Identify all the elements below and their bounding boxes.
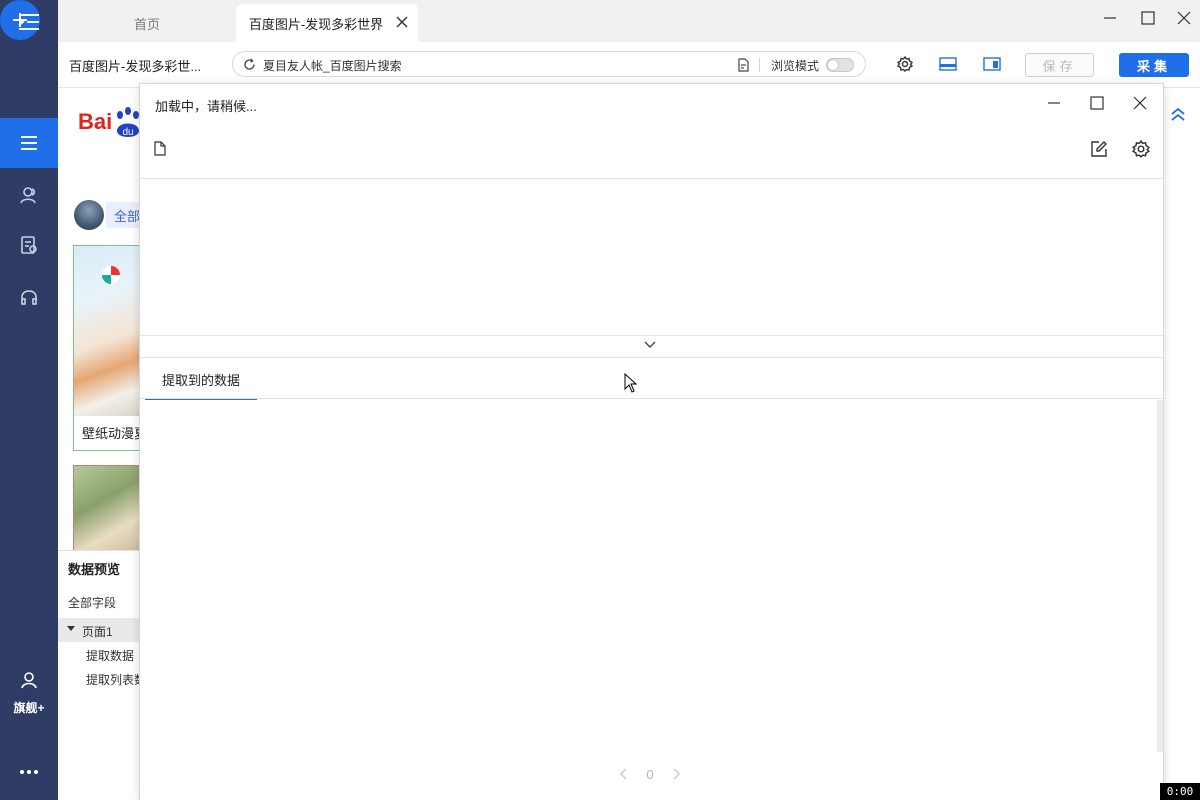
close-icon[interactable] <box>396 16 408 28</box>
divider <box>140 335 1163 336</box>
tree-item-label: 页面1 <box>82 625 113 639</box>
collect-button[interactable]: 采集 <box>1119 53 1189 77</box>
browse-mode-label: 浏览模式 <box>771 59 820 73</box>
tab-extracted-data[interactable]: 提取到的数据 <box>145 360 257 400</box>
headphones-icon[interactable] <box>0 284 58 310</box>
page-title: 百度图片-发现多彩世... <box>69 59 202 74</box>
baidu-paw-icon: du <box>113 107 143 141</box>
thumbnail-caption[interactable]: 壁纸动漫夏 <box>82 423 142 442</box>
tab-home[interactable]: 首页 <box>58 4 236 42</box>
baidu-logo: Bai <box>78 109 112 135</box>
layout-bottom-icon[interactable] <box>939 57 957 71</box>
avatar[interactable] <box>74 200 104 230</box>
tree-item-extract-data[interactable]: 提取数据 <box>86 647 134 664</box>
window-close-icon[interactable] <box>1174 8 1194 28</box>
layout-side-icon[interactable] <box>983 57 1001 71</box>
tree-item-page1[interactable]: 页面1 <box>58 618 140 642</box>
all-fields-label[interactable]: 全部字段 <box>68 594 116 611</box>
menu-toggle-icon[interactable] <box>0 8 58 36</box>
image-thumbnail[interactable]: 壁纸动漫夏 <box>73 245 143 451</box>
page-number: 0 <box>646 766 654 782</box>
minimize-icon[interactable] <box>1100 8 1120 28</box>
left-sidebar: 旗舰+ <box>0 0 58 800</box>
pagination: 0 <box>620 764 680 784</box>
settings-gear-icon[interactable] <box>897 56 913 72</box>
settings-gear-icon[interactable] <box>1132 140 1150 158</box>
caret-down-icon <box>67 626 75 631</box>
chevron-down-icon[interactable] <box>643 340 657 350</box>
divider <box>759 58 760 72</box>
edit-icon[interactable] <box>1090 140 1108 158</box>
tab-bar: 首页 百度图片-发现多彩世界 <box>58 0 1200 42</box>
browse-mode-toggle[interactable] <box>826 58 854 72</box>
scrollbar[interactable] <box>1157 400 1163 752</box>
file-icon[interactable] <box>154 141 166 156</box>
loading-dialog: 加载中，请稍候... 提取到的数据 0 <box>140 84 1163 800</box>
document-check-icon[interactable] <box>0 232 58 258</box>
tab-underline <box>140 398 1163 399</box>
more-icon[interactable] <box>0 762 58 782</box>
tab-label: 百度图片-发现多彩世界 <box>248 16 384 32</box>
url-bar[interactable]: 夏目友人帐_百度图片搜索 浏览模式 <box>232 51 866 77</box>
dialog-title: 加载中，请稍候... <box>155 99 257 114</box>
minimize-icon[interactable] <box>1047 96 1061 110</box>
tab-baidu-images[interactable]: 百度图片-发现多彩世界 <box>236 4 418 42</box>
mouse-cursor-icon <box>624 373 638 393</box>
toggle-knob <box>828 60 838 70</box>
svg-text:du: du <box>122 127 133 138</box>
refresh-icon[interactable] <box>243 58 256 71</box>
timer-badge: 0:00 <box>1160 783 1200 800</box>
user-account-icon[interactable] <box>0 668 58 692</box>
page-edit-icon[interactable] <box>737 58 750 72</box>
address-row: 百度图片-发现多彩世... 夏目友人帐_百度图片搜索 浏览模式 保存 采集 <box>58 42 1200 88</box>
scroll-top-icon[interactable] <box>1170 106 1186 122</box>
beach-ball <box>102 266 120 284</box>
data-preview-panel: 数据预览 全部字段 页面1 提取数据 提取列表数 <box>58 550 146 800</box>
toolbar-divider <box>140 178 1163 179</box>
prev-page-icon[interactable] <box>620 768 628 780</box>
image-thumbnail[interactable] <box>73 465 143 555</box>
next-page-icon[interactable] <box>672 768 680 780</box>
logo-text: Bai <box>78 109 113 134</box>
tab-data-preview[interactable]: 数据预览 <box>68 559 120 578</box>
maximize-icon[interactable] <box>1138 8 1158 28</box>
tree-item-extract-list[interactable]: 提取列表数 <box>86 671 146 688</box>
divider <box>140 357 1163 358</box>
maximize-icon[interactable] <box>1090 96 1104 110</box>
users-icon[interactable] <box>0 182 58 208</box>
close-icon[interactable] <box>1133 96 1147 110</box>
vip-label[interactable]: 旗舰+ <box>0 698 58 716</box>
url-text[interactable]: 夏目友人帐_百度图片搜索 <box>263 57 402 74</box>
task-list-icon[interactable] <box>0 118 58 168</box>
save-button[interactable]: 保存 <box>1025 53 1094 77</box>
